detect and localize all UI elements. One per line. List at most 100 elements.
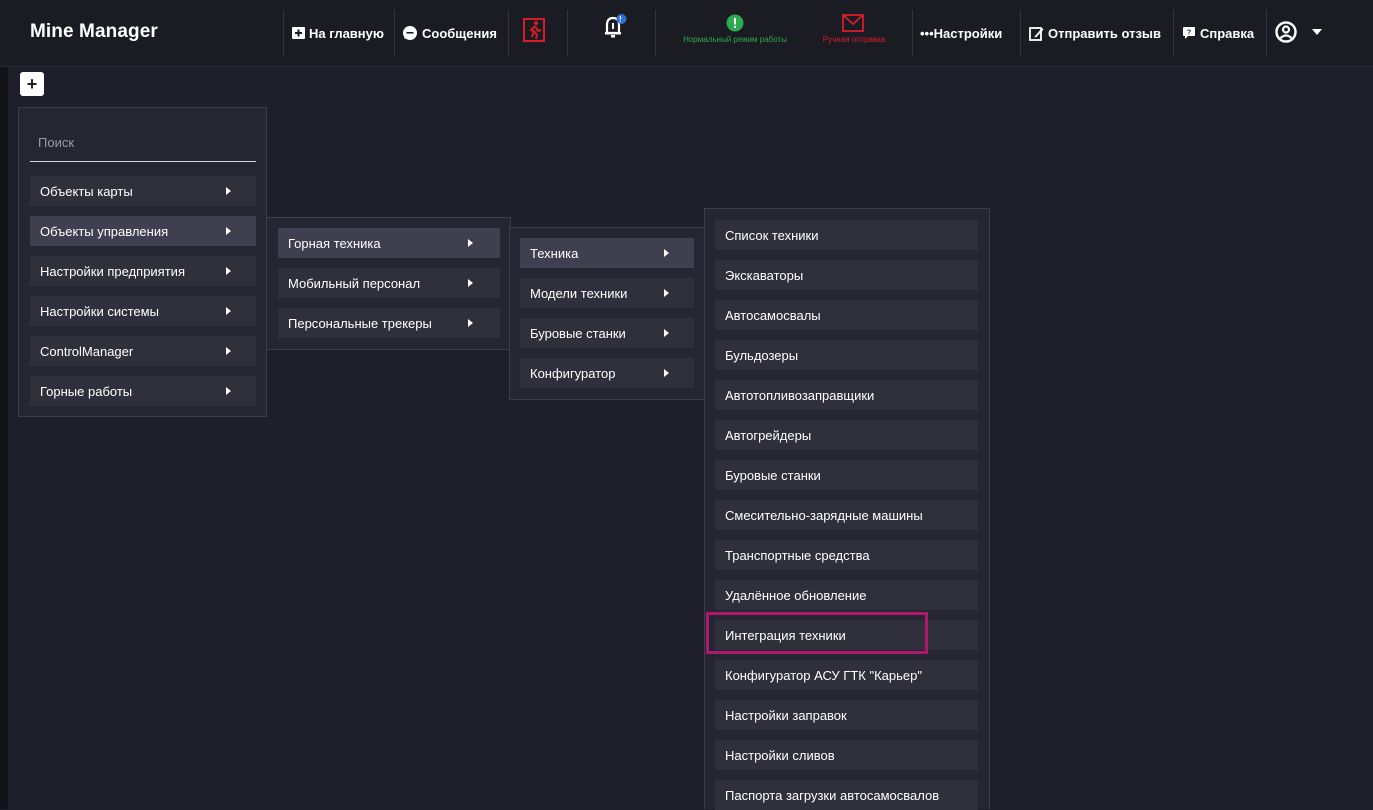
window-edge: [0, 0, 8, 809]
feedback-label: Отправить отзыв: [1048, 25, 1161, 41]
emergency-button[interactable]: [523, 18, 545, 42]
feedback-button[interactable]: Отправить отзыв: [1029, 23, 1161, 43]
menu-item-label: Настройки предприятия: [40, 263, 185, 279]
menu-item-label: Интеграция техники: [725, 627, 846, 643]
settings-label: •••Настройки: [920, 25, 1003, 41]
notification-badge: !: [619, 15, 622, 24]
bell-icon: [605, 14, 627, 38]
menu-item-equipment-integration[interactable]: Интеграция техники: [715, 620, 978, 650]
menu-item-controlmanager[interactable]: ControlManager: [30, 336, 256, 366]
menu-item-enterprise-settings[interactable]: Настройки предприятия: [30, 256, 256, 286]
chat-icon: [403, 26, 417, 40]
messages-button[interactable]: Сообщения: [402, 23, 497, 43]
chevron-right-icon: [664, 369, 669, 377]
menu-item-fuel-trucks[interactable]: Автотопливозаправщики: [715, 380, 978, 410]
menu-item-equipment-models[interactable]: Модели техники: [520, 278, 694, 308]
menu-item-map-objects[interactable]: Объекты карты: [30, 176, 256, 206]
menu-item-label: Настройки заправок: [725, 707, 847, 723]
messages-label: Сообщения: [422, 25, 497, 41]
menu-item-excavators[interactable]: Экскаваторы: [715, 260, 978, 290]
menu-search-input[interactable]: [30, 124, 256, 162]
menu-item-drain-settings[interactable]: Настройки сливов: [715, 740, 978, 770]
menu-item-system-settings[interactable]: Настройки системы: [30, 296, 256, 326]
toolbar-divider: [394, 10, 395, 56]
menu-item-asu-gtk-configurator[interactable]: Конфигуратор АСУ ГТК "Карьер": [715, 660, 978, 690]
menu-item-motor-graders[interactable]: Автогрейдеры: [715, 420, 978, 450]
help-chat-icon: ?: [1183, 27, 1195, 39]
home-button[interactable]: На главную: [292, 23, 384, 43]
menu-item-label: Мобильный персонал: [288, 275, 421, 291]
send-status-text: Ручная отправка: [822, 35, 886, 44]
chevron-right-icon: [226, 267, 231, 275]
menu-item-dump-truck-load-passports[interactable]: Паспорта загрузки автосамосвалов: [715, 780, 978, 810]
menu-item-mining-works[interactable]: Горные работы: [30, 376, 256, 406]
notifications-button[interactable]: !: [603, 14, 627, 38]
menu-item-label: Горные работы: [40, 383, 133, 399]
top-bar: Mine Manager На главную Сообщения ! Норм…: [0, 0, 1373, 67]
chevron-right-icon: [226, 227, 231, 235]
menu-item-personal-trackers[interactable]: Персональные трекеры: [278, 308, 500, 338]
caret-down-icon: [1312, 29, 1322, 35]
menu-item-remote-update[interactable]: Удалённое обновление: [715, 580, 978, 610]
menu-item-equipment-list[interactable]: Список техники: [715, 220, 978, 250]
mail-alert-icon: [842, 14, 864, 32]
menu-item-drilling-rigs[interactable]: Буровые станки: [520, 318, 694, 348]
menu-item-vehicles[interactable]: Транспортные средства: [715, 540, 978, 570]
edit-icon: [1029, 26, 1044, 41]
menu-item-dump-trucks[interactable]: Автосамосвалы: [715, 300, 978, 330]
home-label: На главную: [309, 25, 384, 41]
menu-item-label: Удалённое обновление: [725, 587, 867, 603]
menu-item-configurator[interactable]: Конфигуратор: [520, 358, 694, 388]
menu-item-label: Конфигуратор АСУ ГТК "Карьер": [725, 667, 922, 683]
chevron-right-icon: [226, 307, 231, 315]
menu-item-control-objects[interactable]: Объекты управления: [30, 216, 256, 246]
menu-item-label: Список техники: [725, 227, 819, 243]
chevron-right-icon: [226, 187, 231, 195]
chevron-right-icon: [664, 289, 669, 297]
menu-item-label: Автогрейдеры: [725, 427, 812, 443]
toolbar-divider: [283, 10, 284, 56]
menu-item-label: Техника: [530, 245, 579, 261]
toolbar-divider: [1266, 10, 1267, 56]
toolbar-divider: [1173, 10, 1174, 56]
add-widget-button[interactable]: +: [20, 72, 44, 96]
menu-item-label: Смесительно-зарядные машины: [725, 507, 923, 523]
help-button[interactable]: ? Справка: [1182, 23, 1254, 43]
toolbar-divider: [912, 10, 913, 56]
menu-item-label: Персональные трекеры: [288, 315, 432, 331]
svg-text:?: ?: [1187, 30, 1191, 37]
menu-item-mixing-charging-machines[interactable]: Смесительно-зарядные машины: [715, 500, 978, 530]
user-menu-button[interactable]: [1275, 21, 1323, 43]
menu-item-refuel-settings[interactable]: Настройки заправок: [715, 700, 978, 730]
menu-item-mining-equipment[interactable]: Горная техника: [278, 228, 500, 258]
plus-icon: +: [26, 74, 38, 94]
menu-item-bulldozers[interactable]: Бульдозеры: [715, 340, 978, 370]
settings-button[interactable]: •••Настройки: [920, 23, 1002, 43]
toolbar-divider: [1020, 10, 1021, 56]
user-avatar-icon: [1275, 21, 1297, 43]
menu-item-label: Объекты управления: [40, 223, 169, 239]
home-icon: [292, 27, 305, 39]
menu-item-label: Модели техники: [530, 285, 628, 301]
menu-item-label: Горная техника: [288, 235, 381, 251]
app-title: Mine Manager: [30, 21, 158, 42]
menu-item-label: Паспорта загрузки автосамосвалов: [725, 787, 940, 803]
menu-item-drilling-rigs-list[interactable]: Буровые станки: [715, 460, 978, 490]
menu-item-label: Автосамосвалы: [725, 307, 821, 323]
chevron-right-icon: [226, 347, 231, 355]
chevron-right-icon: [226, 387, 231, 395]
menu-item-label: Настройки системы: [40, 303, 159, 319]
mode-status[interactable]: Нормальный режим работы: [665, 14, 805, 54]
chevron-right-icon: [468, 239, 473, 247]
menu-item-mobile-personnel[interactable]: Мобильный персонал: [278, 268, 500, 298]
ok-status-icon: [726, 14, 744, 32]
toolbar-divider: [655, 10, 656, 56]
menu-item-label: Автотопливозаправщики: [725, 387, 875, 403]
send-status[interactable]: Ручная отправка: [806, 14, 902, 54]
toolbar-divider: [567, 10, 568, 56]
menu-item-label: Буровые станки: [725, 467, 821, 483]
mode-status-text: Нормальный режим работы: [683, 35, 787, 44]
menu-item-equipment[interactable]: Техника: [520, 238, 694, 268]
menu-item-label: Конфигуратор: [530, 365, 616, 381]
menu-item-label: ControlManager: [40, 343, 134, 359]
